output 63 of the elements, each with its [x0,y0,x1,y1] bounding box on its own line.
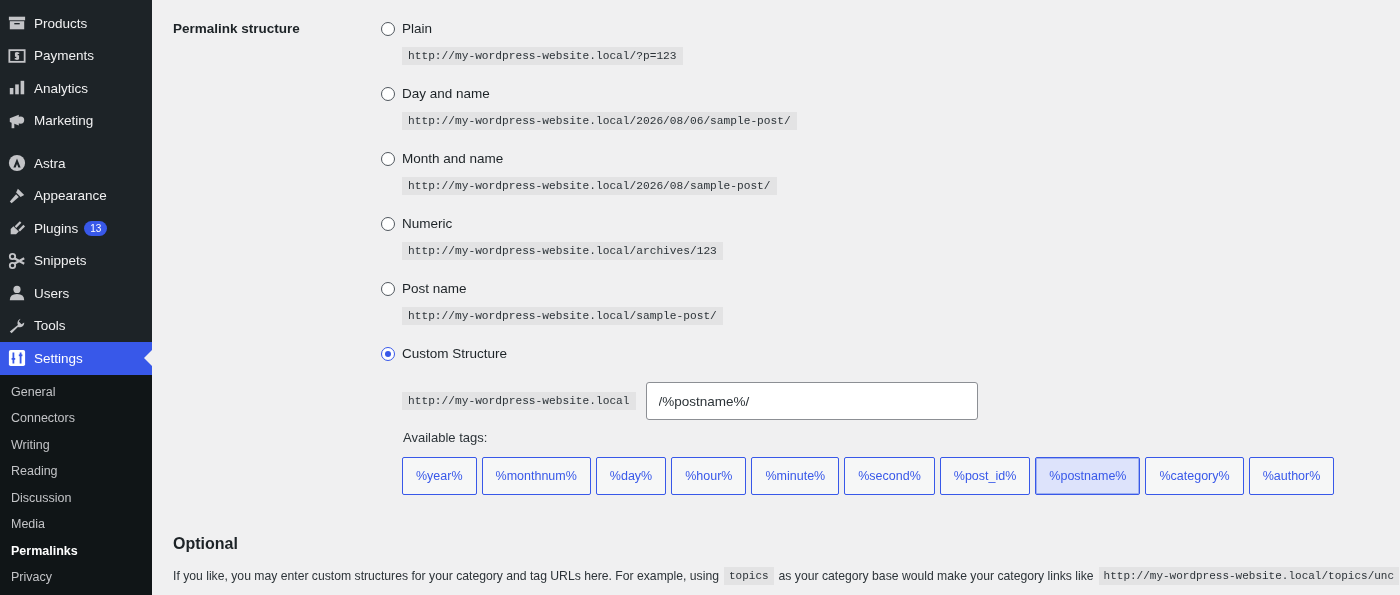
tag-button[interactable]: %post_id% [939,457,1031,495]
url-example: http://my-wordpress-website.local/2026/08/sample-post/ [402,177,777,195]
sidebar-menu-item[interactable]: Users [0,277,152,310]
submenu-item[interactable]: Writing [0,431,152,458]
sidebar-menu-item[interactable]: Products [0,7,152,40]
option-label: Post name [402,281,467,296]
tag-button[interactable]: %minute% [751,457,840,495]
paintbrush-icon [8,186,26,205]
radio-button[interactable] [381,21,395,36]
sidebar-menu-item[interactable]: Appearance [0,179,152,212]
url-example: http://my-wordpress-website.local/sample-post/ [402,307,723,325]
scissors-icon [8,251,26,270]
sidebar-menu-item[interactable]: Astra [0,147,152,180]
submenu-item[interactable]: Privacy [0,564,152,591]
user-icon [8,284,26,303]
submenu-item[interactable]: Connectors [0,405,152,432]
section-heading: Optional [173,535,239,553]
code-example: topics [724,567,774,585]
option-label: Month and name [402,151,504,166]
tag-button[interactable]: %author% [1248,457,1335,495]
option-label: Numeric [402,216,453,231]
url-example: http://my-wordpress-website.local/?p=123 [402,47,683,65]
sidebar-menu-item[interactable]: Tools [0,309,152,342]
sliders-icon [8,349,26,368]
tags-label: Available tags: [403,430,489,445]
sidebar-menu-item[interactable]: Marketing [0,104,152,137]
radio-button[interactable] [381,151,395,166]
option-label: Custom Structure [402,346,508,361]
dollar-icon [8,46,26,65]
tag-button[interactable]: %year% [402,457,477,495]
radio-button[interactable] [381,346,395,361]
sidebar-menu-item[interactable]: Payments [0,39,152,72]
description-text: as your category base would make your category links like [778,569,1094,583]
tag-button[interactable]: %postname% [1035,457,1141,495]
option-label: Day and name [402,86,490,101]
tag-button[interactable]: %second% [844,457,935,495]
submenu-item[interactable]: Permalinks [0,537,152,564]
update-count-badge: 13 [84,220,108,236]
submenu-item[interactable]: Reading [0,458,152,485]
tag-button[interactable]: %monthnum% [481,457,591,495]
tag-button[interactable]: %hour% [671,457,747,495]
submenu-item[interactable]: General [0,378,152,405]
field-label: Permalink structure [173,20,301,38]
url-prefix: http://my-wordpress-website.local [402,392,636,410]
custom-structure-input[interactable]: /%postname%/ [645,382,978,420]
tag-button[interactable]: %day% [595,457,667,495]
option-label: Plain [402,21,433,36]
sidebar-menu-item[interactable]: Analytics [0,72,152,105]
sidebar-menu-item[interactable]: Settings [0,342,152,375]
description-text: If you like, you may enter custom structures for your category and tag URLs here. For example, using [173,569,719,583]
sidebar-menu-item[interactable]: Snippets [0,244,152,277]
wrench-icon [8,316,26,335]
url-example: http://my-wordpress-website.local/archives/123 [402,242,723,260]
tag-button[interactable]: %category% [1145,457,1244,495]
radio-button[interactable] [381,86,395,101]
sidebar-menu-item[interactable]: Plugins 13 [0,212,152,245]
submenu-item[interactable]: Discussion [0,484,152,511]
letter-a-icon [8,154,26,173]
code-example: http://my-wordpress-website.local/topics/unc [1098,567,1400,585]
radio-button[interactable] [381,216,395,231]
url-example: http://my-wordpress-website.local/2026/08/06/sample-post/ [402,112,797,130]
radio-button[interactable] [381,281,395,296]
submenu-item[interactable]: Media [0,511,152,538]
